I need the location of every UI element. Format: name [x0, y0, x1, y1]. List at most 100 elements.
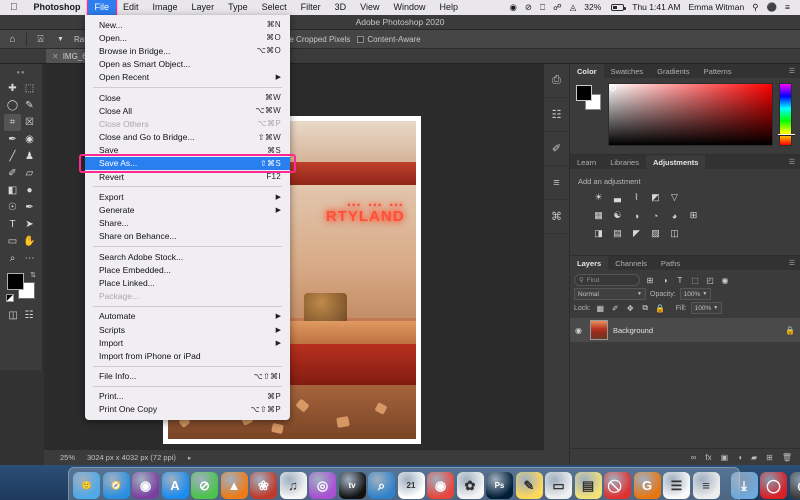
calendar-dock-icon[interactable]: 21 — [397, 472, 425, 499]
panel-menu-icon[interactable]: ☰ — [789, 67, 795, 75]
menu-item-export[interactable]: Export ▶ — [85, 190, 290, 203]
clone-stamp-tool[interactable]: ♟ — [21, 148, 38, 165]
siri-dock-icon[interactable]: ◉ — [132, 472, 159, 499]
foreground-color-swatch[interactable] — [7, 273, 24, 290]
crop-handle-mr[interactable] — [416, 271, 421, 289]
quick-mask-icon[interactable]: ◫ — [8, 307, 17, 324]
menu-item-close[interactable]: Close ⌘W — [85, 91, 290, 104]
tab-swatches[interactable]: Swatches — [604, 64, 651, 78]
menubar-item-select[interactable]: Select — [255, 0, 294, 15]
numbers-dock-icon[interactable]: ≡ — [692, 472, 720, 499]
bluetooth-icon[interactable]: ☍ — [549, 0, 566, 15]
new-layer-icon[interactable]: ⊞ — [766, 453, 773, 462]
brushes-panel-icon[interactable]: ✐ — [544, 132, 569, 166]
panel-menu-icon[interactable]: ☰ — [789, 259, 795, 267]
menu-item-share-on-behance[interactable]: Share on Behance... — [85, 230, 290, 243]
lastpass-dock-icon[interactable]: ⊘ — [191, 472, 218, 499]
control-center-icon[interactable]: ≡ — [781, 0, 794, 15]
tab-paths[interactable]: Paths — [654, 256, 687, 270]
chevron-right-icon[interactable]: ▸ — [188, 454, 192, 462]
zoom-level[interactable]: 25% — [60, 453, 75, 462]
panel-menu-icon[interactable]: ☰ — [789, 158, 795, 166]
chevron-down-icon[interactable]: ▼ — [54, 33, 67, 46]
color-swatches[interactable]: ⇅ — [6, 271, 36, 302]
siri-menubar-icon[interactable]: ⚫ — [762, 0, 781, 15]
lasso-tool[interactable]: ◯ — [4, 97, 21, 114]
menu-item-scripts[interactable]: Scripts ▶ — [85, 323, 290, 336]
menu-item-print-one-copy[interactable]: Print One Copy ⌥⇧⌘P — [85, 403, 290, 416]
document-dimensions[interactable]: 3024 px x 4032 px (72 ppi) — [87, 453, 176, 462]
tab-gradients[interactable]: Gradients — [650, 64, 697, 78]
panel-grip-icon[interactable]: ●● — [0, 70, 42, 77]
layer-search-input[interactable]: ⚲ Find — [574, 274, 640, 286]
gradient-tool[interactable]: ◧ — [4, 182, 21, 199]
type-tool[interactable]: T — [4, 216, 21, 233]
opacity-field[interactable]: 100% ▼ — [679, 288, 712, 300]
new-adjustment-layer-icon[interactable]: ◑ — [737, 453, 742, 462]
marquee-tool[interactable]: ⬚ — [21, 80, 38, 97]
pages-dock-icon[interactable]: ▭ — [545, 472, 572, 499]
add-layer-mask-icon[interactable]: ▣ — [721, 453, 729, 462]
menu-item-open-recent[interactable]: Open Recent ▶ — [85, 71, 290, 84]
finder-dock-icon[interactable]: 🙂 — [73, 472, 100, 499]
dodge-tool[interactable]: ☉ — [4, 199, 21, 216]
zoom-tool[interactable]: ⌕ — [4, 250, 21, 267]
adblock-dock-icon[interactable]: ⃠ — [604, 472, 631, 499]
do-not-disturb-icon[interactable]: ⊘ — [521, 0, 536, 15]
path-selection-tool[interactable]: ➤ — [21, 216, 38, 233]
color-panel-swatches[interactable] — [576, 85, 602, 111]
app-store-dock-icon[interactable]: A — [161, 472, 189, 499]
menu-item-print[interactable]: Print... ⌘P — [85, 390, 290, 403]
creative-cloud-dock-icon[interactable]: ◯ — [760, 472, 787, 499]
blend-mode-select[interactable]: Normal ▼ — [574, 288, 646, 300]
menu-item-new[interactable]: New... ⌘N — [85, 18, 290, 31]
menubar-item-view[interactable]: View — [353, 0, 386, 15]
color-lookup-adjustment[interactable]: ⊞ — [687, 209, 700, 222]
swap-colors-icon[interactable]: ⇅ — [30, 271, 36, 279]
tab-color[interactable]: Color — [570, 64, 604, 78]
spotlight-search-icon[interactable]: ⚲ — [748, 0, 762, 15]
battery-icon[interactable] — [605, 4, 628, 11]
new-group-icon[interactable]: ▰ — [751, 453, 757, 462]
color-picker[interactable] — [570, 78, 800, 154]
user-name[interactable]: Emma Witman — [684, 0, 748, 15]
photos-dock-icon[interactable]: ✿ — [456, 472, 484, 499]
lock-position-icon[interactable]: ✥ — [625, 303, 636, 314]
levels-adjustment[interactable]: ▃ — [611, 191, 624, 204]
menu-item-import-from-iphone-or-ipad[interactable]: Import from iPhone or iPad — [85, 349, 290, 362]
menu-item-share[interactable]: Share... — [85, 217, 290, 230]
hue-slider[interactable] — [778, 83, 795, 146]
menu-item-automate[interactable]: Automate ▶ — [85, 310, 290, 323]
menubar-item-filter[interactable]: Filter — [294, 0, 328, 15]
history-brush-tool[interactable]: ✐ — [4, 165, 21, 182]
menu-item-save[interactable]: Save ⌘S — [85, 144, 290, 157]
curves-adjustment[interactable]: ⌇ — [630, 191, 643, 204]
eyedropper-tool[interactable]: ✒ — [4, 131, 21, 148]
home-icon[interactable]: ⌂ — [6, 33, 19, 46]
lock-all-icon[interactable]: 🔒 — [655, 303, 666, 314]
menu-item-revert[interactable]: Revert F12 — [85, 170, 290, 183]
tab-layers[interactable]: Layers — [570, 256, 609, 270]
file-menu-dropdown[interactable]: New... ⌘N Open... ⌘O Browse in Bridge... ⌥⌘O O… — [79, 15, 296, 421]
menu-item-place-linked[interactable]: Place Linked... — [85, 276, 290, 289]
crop-tool-icon[interactable]: ⍓ — [34, 33, 47, 46]
menu-item-save-as[interactable]: Save As... ⇧⌘S — [79, 154, 296, 173]
menu-item-import[interactable]: Import ▶ — [85, 336, 290, 349]
tab-patterns[interactable]: Patterns — [697, 64, 739, 78]
history-panel-icon[interactable]: ⎙ — [544, 64, 569, 98]
crop-handle-tr[interactable] — [405, 116, 421, 121]
preview-dock-icon[interactable]: ⌕ — [368, 472, 395, 499]
photo-booth-dock-icon[interactable]: ❀ — [250, 472, 277, 499]
menu-item-generate[interactable]: Generate ▶ — [85, 203, 290, 216]
menu-item-place-embedded[interactable]: Place Embedded... — [85, 263, 290, 276]
photoshop-dock-icon[interactable]: Ps — [486, 472, 513, 499]
menu-item-close-all[interactable]: Close All ⌥⌘W — [85, 104, 290, 117]
chrome-dock-icon[interactable]: ◉ — [427, 472, 454, 499]
clock[interactable]: Thu 1:41 AM — [628, 0, 684, 15]
color-balance-adjustment[interactable]: ☯ — [611, 209, 624, 222]
default-colors-icon[interactable] — [6, 294, 14, 302]
eraser-tool[interactable]: ▱ — [21, 165, 38, 182]
apple-tv-dock-icon[interactable]: tv — [338, 472, 366, 499]
invert-adjustment[interactable]: ◨ — [592, 227, 605, 240]
menubar-item-file[interactable]: File — [87, 0, 117, 15]
